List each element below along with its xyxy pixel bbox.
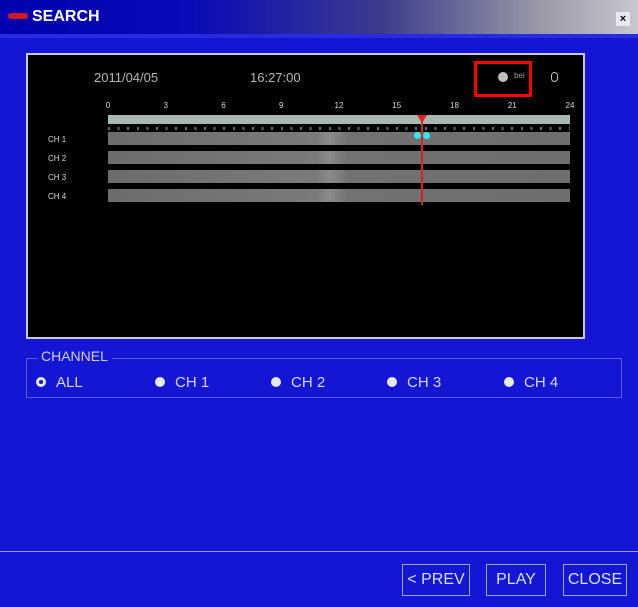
channel-option-label: ALL [56,374,83,391]
channel-option-label: CH 1 [175,374,210,391]
hour-tick-label: 0 [105,101,111,110]
search-date: 2011/04/05 [94,70,159,85]
time-ruler[interactable] [108,115,570,124]
channel-option-label: CH 3 [407,374,442,391]
radio-icon[interactable] [155,377,165,387]
radio-icon[interactable] [504,377,514,387]
close-button[interactable]: CLOSE [563,564,627,596]
channel-row-label: CH 1 [48,135,67,144]
zoom-in-icon[interactable] [551,72,558,82]
brand-logo-icon [8,13,28,19]
channel-option-label: CH 4 [524,374,559,391]
radio-icon[interactable] [271,377,281,387]
hour-tick-label: 9 [279,101,284,110]
time-cursor-line[interactable] [421,115,423,205]
close-icon[interactable]: × [616,12,630,26]
timeline-panel[interactable]: 2011/04/05 16:27:00 bei 0 3 6 9 12 15 18… [26,53,585,339]
search-time: 16:27:00 [250,70,301,85]
channel-group-legend: CHANNEL [37,348,112,364]
zoom-out-icon[interactable] [498,72,508,82]
hour-tick-label: 12 [334,101,344,110]
hour-tick-label: 3 [163,101,168,110]
radio-icon[interactable] [387,377,397,387]
channel-option-label: CH 2 [291,374,326,391]
prev-button[interactable]: < PREV [402,564,470,596]
channel-option-ch3[interactable]: CH 3 [387,374,441,391]
title-bar: SEARCH × [0,0,638,34]
zoom-level-label: bei [514,71,525,80]
event-marker-icon [423,132,430,139]
hour-tick-label: 6 [221,101,226,110]
hour-tick-label: 15 [392,101,402,110]
event-marker-icon [414,132,421,139]
hour-tick-label: 21 [507,101,517,110]
hour-tick-label: 18 [450,101,459,110]
channel-row-label: CH 4 [48,192,67,201]
window-title: SEARCH [32,8,100,25]
channel-3-timeline-bar[interactable] [108,170,570,183]
ruler-minor-ticks [108,127,570,130]
channel-option-ch2[interactable]: CH 2 [271,374,325,391]
channel-2-timeline-bar[interactable] [108,151,570,164]
channel-option-ch1[interactable]: CH 1 [155,374,209,391]
channel-1-timeline-bar[interactable] [108,132,570,145]
channel-row-label: CH 2 [48,154,67,163]
hour-tick-label: 24 [565,101,575,110]
title-bevel [0,34,638,38]
radio-selected-icon[interactable] [36,377,46,387]
footer-divider [0,551,638,552]
channel-4-timeline-bar[interactable] [108,189,570,202]
search-window: SEARCH × 2011/04/05 16:27:00 bei 0 3 6 9… [0,0,638,607]
play-button[interactable]: PLAY [486,564,546,596]
channel-option-all[interactable]: ALL [36,374,83,391]
channel-option-ch4[interactable]: CH 4 [504,374,558,391]
channel-row-label: CH 3 [48,173,67,182]
